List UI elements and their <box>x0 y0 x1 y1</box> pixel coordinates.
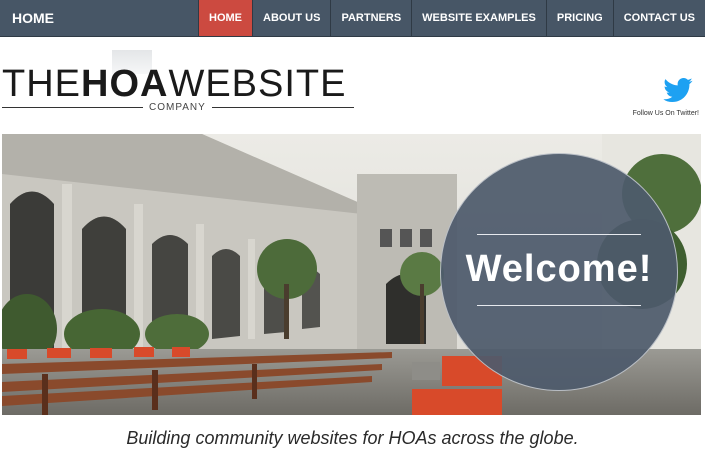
top-nav: HOME HOME ABOUT US PARTNERS WEBSITE EXAM… <box>0 0 705 37</box>
welcome-circle: Welcome! <box>440 153 678 391</box>
welcome-top-divider <box>477 234 641 235</box>
nav-website-examples[interactable]: WEBSITE EXAMPLES <box>411 0 546 36</box>
welcome-bottom-divider <box>477 305 641 306</box>
nav-home[interactable]: HOME <box>198 0 253 36</box>
logo-wordmark: THEHOAWEBSITE <box>2 64 346 104</box>
main-menu: HOME ABOUT US PARTNERS WEBSITE EXAMPLES … <box>198 0 705 36</box>
hero-banner: Welcome! <box>2 134 701 415</box>
nav-contact-us[interactable]: CONTACT US <box>612 0 705 36</box>
site-logo[interactable]: THEHOAWEBSITE COMPANY <box>0 50 360 120</box>
twitter-bird-icon[interactable] <box>663 78 693 102</box>
nav-about-us[interactable]: ABOUT US <box>252 0 330 36</box>
site-tagline: Building community websites for HOAs acr… <box>126 428 579 448</box>
nav-pricing[interactable]: PRICING <box>545 0 613 36</box>
logo-subtitle: COMPANY <box>143 102 212 113</box>
twitter-follow[interactable]: Follow Us On Twitter! <box>589 78 699 120</box>
logo-word-hoa: HOA <box>81 63 169 105</box>
home-brand-link[interactable]: HOME <box>12 0 54 36</box>
logo-word-website: WEBSITE <box>168 63 347 105</box>
logo-word-the: THE <box>2 63 81 105</box>
twitter-follow-label[interactable]: Follow Us On Twitter! <box>633 110 699 117</box>
nav-partners[interactable]: PARTNERS <box>330 0 411 36</box>
welcome-heading: Welcome! <box>465 248 653 290</box>
